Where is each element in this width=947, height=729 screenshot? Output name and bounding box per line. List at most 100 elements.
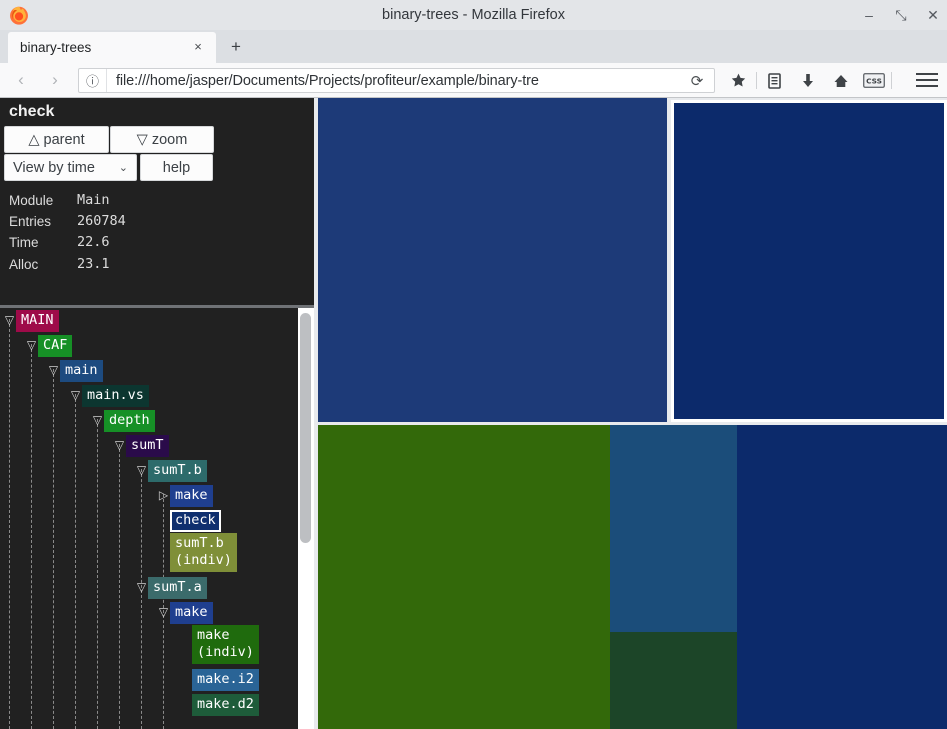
- toolbar-separator-2: [891, 72, 892, 89]
- tree-node-label[interactable]: sumT.b: [148, 459, 207, 482]
- home-icon[interactable]: [824, 68, 857, 93]
- tree-node[interactable]: sumT.b (indiv): [0, 533, 298, 575]
- tree-node-label[interactable]: check: [170, 509, 221, 532]
- parent-button[interactable]: △ parent: [4, 126, 109, 153]
- library-icon[interactable]: [758, 68, 791, 93]
- restore-icon[interactable]: ⤡: [893, 7, 909, 23]
- tile-lower-midblue[interactable]: [610, 425, 737, 632]
- tree-node-label[interactable]: sumT: [126, 434, 169, 457]
- tab-close-icon[interactable]: ×: [190, 39, 206, 55]
- scrollbar-thumb[interactable]: [300, 313, 311, 543]
- tile-lower-darkgreen[interactable]: [610, 632, 737, 729]
- tree-node-label[interactable]: CAF: [38, 334, 73, 357]
- twisty-expanded-icon[interactable]: ▽: [3, 308, 16, 333]
- minimize-icon[interactable]: –: [861, 7, 877, 23]
- title-bar: binary-trees - Mozilla Firefox – ⤡ ✕: [0, 0, 947, 30]
- toolbar-icons: CSS: [722, 68, 893, 93]
- tree-node[interactable]: ▷ make: [0, 483, 298, 508]
- tree-node-label[interactable]: depth: [104, 409, 155, 432]
- twisty-none-icon: [179, 692, 192, 717]
- help-button[interactable]: help: [140, 154, 213, 181]
- tree-node[interactable]: ▽ MAIN: [0, 308, 298, 333]
- twisty-expanded-icon[interactable]: ▽: [135, 575, 148, 600]
- window-title: binary-trees - Mozilla Firefox: [382, 7, 565, 23]
- panel-button-row-2: View by time ⌄ help: [4, 154, 213, 181]
- tile-main-left[interactable]: [318, 98, 667, 422]
- navigation-toolbar: ‹ › ⓘ file:///home/jasper/Documents/Proj…: [0, 63, 947, 98]
- url-bar[interactable]: ⓘ file:///home/jasper/Documents/Projects…: [78, 68, 715, 93]
- tree-node[interactable]: ▽ CAF: [0, 333, 298, 358]
- stat-row: Alloc 23.1: [9, 254, 126, 275]
- stat-key: Entries: [9, 214, 52, 230]
- menu-hamburger-icon[interactable]: [916, 70, 938, 90]
- tree-scrollbar[interactable]: [298, 308, 314, 729]
- tile-lower-navy[interactable]: [737, 425, 947, 729]
- download-icon[interactable]: [791, 68, 824, 93]
- tree-node[interactable]: ▽ sumT.a: [0, 575, 298, 600]
- tree-node[interactable]: make.d2: [0, 692, 298, 717]
- new-tab-button[interactable]: +: [226, 37, 246, 57]
- tree-list: ▽ MAIN ▽ CAF ▽ main ▽ main.vs ▽ depth ▽ sumT ▽ sumT.b…: [0, 308, 298, 717]
- stat-value: 23.1: [77, 255, 110, 272]
- tree-node[interactable]: ▽ main.vs: [0, 383, 298, 408]
- tree-node[interactable]: make (indiv): [0, 625, 298, 667]
- treemap-chart: [314, 98, 947, 729]
- twisty-collapsed-icon[interactable]: ▷: [157, 483, 170, 508]
- tree-node-label[interactable]: sumT.a: [148, 576, 207, 599]
- tile-lower-green[interactable]: [318, 425, 610, 729]
- twisty-none-icon: [157, 508, 170, 533]
- panel-header: check △ parent ▽ zoom View by time ⌄ hel…: [0, 98, 314, 305]
- twisty-expanded-icon[interactable]: ▽: [157, 600, 170, 625]
- view-mode-value: View by time: [13, 159, 95, 176]
- stat-key: Time: [9, 235, 39, 251]
- twisty-expanded-icon[interactable]: ▽: [25, 333, 38, 358]
- window-controls: – ⤡ ✕: [861, 0, 941, 30]
- twisty-none-icon: [179, 625, 192, 650]
- tree-node[interactable]: ▽ sumT.b: [0, 458, 298, 483]
- tree-node-label[interactable]: sumT.b (indiv): [170, 533, 237, 572]
- svg-text:CSS: CSS: [866, 77, 882, 86]
- twisty-expanded-icon[interactable]: ▽: [113, 433, 126, 458]
- tree-node-label[interactable]: make: [170, 601, 213, 624]
- twisty-expanded-icon[interactable]: ▽: [135, 458, 148, 483]
- page-info-icon[interactable]: ⓘ: [79, 69, 107, 92]
- reload-icon[interactable]: ⟳: [684, 69, 710, 92]
- tab-binary-trees[interactable]: binary-trees ×: [8, 32, 216, 63]
- twisty-expanded-icon[interactable]: ▽: [91, 408, 104, 433]
- view-mode-select[interactable]: View by time ⌄: [4, 154, 137, 181]
- forward-icon[interactable]: ›: [40, 65, 70, 95]
- call-tree: ▽ MAIN ▽ CAF ▽ main ▽ main.vs ▽ depth ▽ sumT ▽ sumT.b…: [0, 308, 314, 729]
- stat-key: Module: [9, 193, 54, 208]
- back-icon[interactable]: ‹: [6, 65, 36, 95]
- close-icon[interactable]: ✕: [925, 7, 941, 23]
- tree-node-label[interactable]: main.vs: [82, 384, 149, 407]
- tree-node-label[interactable]: make (indiv): [192, 625, 259, 664]
- twisty-none-icon: [157, 533, 170, 558]
- zoom-button[interactable]: ▽ zoom: [110, 126, 214, 153]
- tile-main-right[interactable]: [671, 100, 947, 422]
- stat-row: Module Main: [9, 190, 126, 211]
- profile-sidebar: check △ parent ▽ zoom View by time ⌄ hel…: [0, 98, 314, 729]
- tree-node-label[interactable]: make.d2: [192, 693, 259, 716]
- stat-row: Entries 260784: [9, 211, 126, 232]
- browser-window: binary-trees - Mozilla Firefox – ⤡ ✕ bin…: [0, 0, 947, 729]
- tree-node[interactable]: ▽ depth: [0, 408, 298, 433]
- tree-node[interactable]: ▽ main: [0, 358, 298, 383]
- bookmark-star-icon[interactable]: [722, 68, 755, 93]
- tree-node-label[interactable]: MAIN: [16, 309, 59, 332]
- panel-title: check: [9, 103, 55, 120]
- stat-value: 260784: [77, 213, 126, 230]
- tree-node[interactable]: ▽ sumT: [0, 433, 298, 458]
- url-input[interactable]: file:///home/jasper/Documents/Projects/p…: [116, 73, 539, 89]
- tree-node-label[interactable]: main: [60, 359, 103, 382]
- tree-node[interactable]: check: [0, 508, 298, 533]
- twisty-none-icon: [179, 667, 192, 692]
- twisty-expanded-icon[interactable]: ▽: [47, 358, 60, 383]
- tree-node[interactable]: ▽ make: [0, 600, 298, 625]
- css-reader-icon[interactable]: CSS: [857, 68, 890, 93]
- tree-node[interactable]: make.i2: [0, 667, 298, 692]
- stat-value: Main: [77, 192, 110, 208]
- tree-node-label[interactable]: make: [170, 484, 213, 507]
- twisty-expanded-icon[interactable]: ▽: [69, 383, 82, 408]
- tree-node-label[interactable]: make.i2: [192, 668, 259, 691]
